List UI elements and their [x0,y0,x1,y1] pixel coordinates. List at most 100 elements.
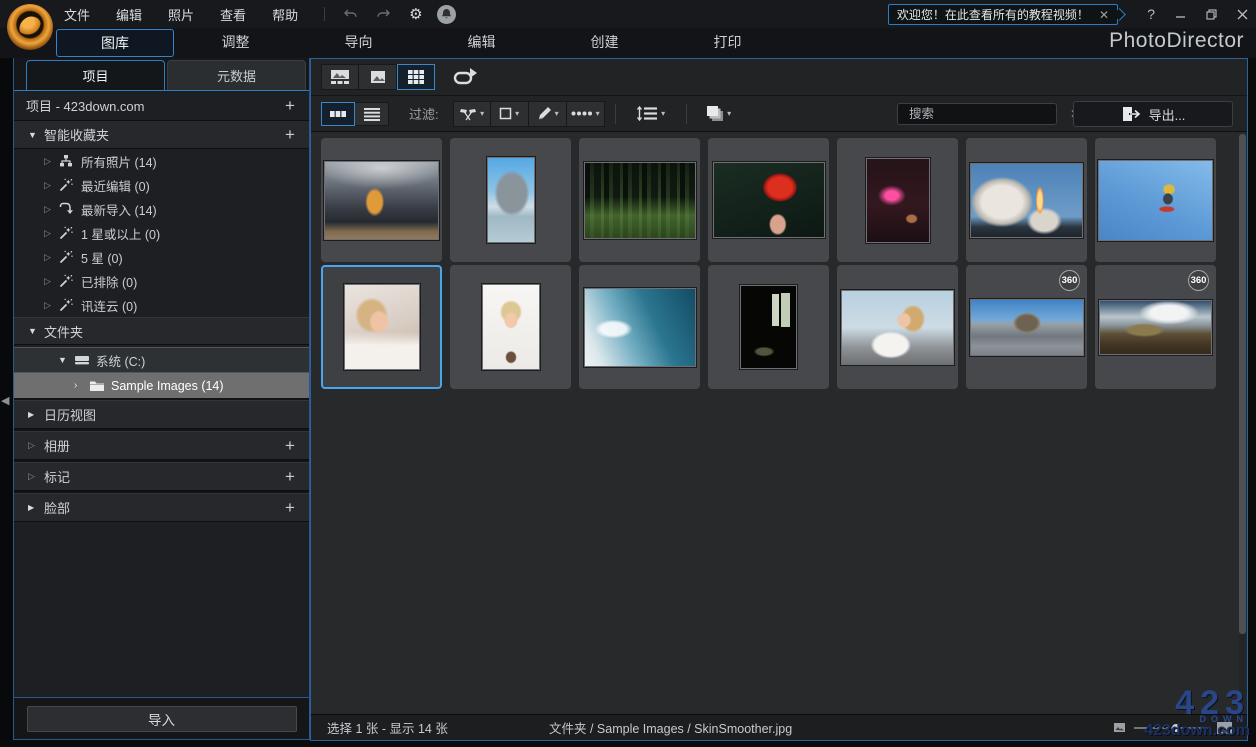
expand-caret-icon[interactable]: ▷ [44,300,59,311]
smart-item-7[interactable]: ▷ 讯连云 (0) [14,293,309,317]
add-smart-collection-button[interactable]: + [281,126,299,143]
menu-item-4[interactable]: 查看 [220,5,246,24]
selection-count: 选择 1 张 - 显示 14 张 [327,722,448,736]
photo-card-basketball-dunk[interactable] [321,138,442,262]
module-tab-3[interactable]: 导向 [297,29,420,57]
section-tags[interactable]: ▷ 标记 + [14,462,309,491]
module-tab-2[interactable]: 调整 [174,29,297,57]
photo-thumbnail [480,283,541,371]
folder-drive-c[interactable]: ▼ 系统 (C:) [14,347,309,373]
small-thumbnail-icon [1114,723,1125,732]
photo-card-woman-portrait-smiling[interactable] [321,265,442,389]
expand-caret-icon[interactable]: ▷ [44,228,59,239]
add-album-button[interactable]: + [281,437,299,454]
caret-right-icon[interactable]: › [74,380,89,391]
photo-card-forest-trees[interactable] [579,138,700,262]
caret-right-hollow-icon[interactable]: ▷ [28,440,44,451]
photo-card-woman-portrait-laughing[interactable] [450,265,571,389]
settings-gear-icon[interactable]: ⚙ [409,5,422,23]
flag-filter-button[interactable]: ▾ [452,100,491,127]
caret-down-icon[interactable]: ▼ [28,130,44,140]
smart-item-6[interactable]: ▷ 已排除 (0) [14,269,309,293]
photo-card-karst-rock-boat[interactable] [450,138,571,262]
stack-photos-button[interactable]: ▾ [697,101,741,127]
expand-caret-icon[interactable]: ▷ [44,252,59,263]
menu-item-2[interactable]: 编辑 [116,5,142,24]
caret-down-icon[interactable]: ▼ [58,355,74,365]
rating-filter-button[interactable]: ▾ [490,100,529,127]
tab-project[interactable]: 项目 [26,60,165,90]
export-button[interactable]: 导出... [1073,101,1233,127]
notification-bell-icon[interactable] [436,4,456,24]
section-calendar-view[interactable]: ▶ 日历视图 [14,400,309,429]
photo-card-panorama-street-360[interactable]: 360 [966,265,1087,389]
redo-icon[interactable] [376,8,391,21]
rotate-photo-button[interactable] [449,64,483,90]
edited-filter-button[interactable]: ▾ [528,100,567,127]
dropdown-arrow-icon: ▾ [554,109,559,118]
search-input[interactable] [909,107,1070,121]
add-project-button[interactable]: + [281,97,299,114]
minimize-button[interactable] [1175,9,1186,19]
thumbnail-view-button[interactable] [321,101,355,126]
menu-item-5[interactable]: 帮助 [272,5,298,24]
expand-caret-icon[interactable]: ▷ [44,156,59,167]
smart-item-2[interactable]: ▷ 最近编辑 (0) [14,173,309,197]
photo-card-dark-window-light[interactable] [708,265,829,389]
smart-item-5[interactable]: ▷ 5 星 (0) [14,245,309,269]
scrollbar-thumb[interactable] [1239,134,1246,634]
section-folders[interactable]: ▼ 文件夹 [14,317,309,345]
caret-right-icon[interactable]: ▶ [28,410,44,419]
caret-right-icon[interactable]: ▶ [28,503,44,512]
smart-item-1[interactable]: ▷ 所有照片 (14) [14,149,309,173]
expand-caret-icon[interactable]: ▷ [44,180,59,191]
expand-caret-icon[interactable]: ▷ [44,276,59,287]
photo-card-rocket-launch[interactable] [966,138,1087,262]
color-label-filter-button[interactable]: ▾ [566,100,605,127]
section-smart-collections[interactable]: ▼ 智能收藏夹 + [14,121,309,149]
menu-item-1[interactable]: 文件 [64,5,90,24]
caret-down-icon[interactable]: ▼ [28,326,44,336]
smart-item-label: 已排除 (0) [81,275,138,290]
smart-item-4[interactable]: ▷ 1 星或以上 (0) [14,221,309,245]
module-tab-6[interactable]: 打印 [666,29,789,57]
close-button[interactable] [1237,9,1248,20]
module-tab-1[interactable]: 图库 [56,29,174,57]
section-albums[interactable]: ▷ 相册 + [14,431,309,460]
import-button[interactable]: 导入 [26,706,297,732]
list-view-button[interactable] [355,101,389,126]
restore-button[interactable] [1206,8,1217,20]
welcome-tooltip[interactable]: 欢迎您！在此查看所有的教程视频！ ✕ [887,4,1118,25]
photo-card-woman-leaning-outdoors[interactable] [837,265,958,389]
photo-card-skateboarder-sky[interactable] [1095,138,1216,262]
help-button[interactable]: ? [1147,6,1155,22]
toolbar-divider [614,103,616,124]
section-faces[interactable]: ▶ 脸部 + [14,493,309,522]
caret-right-hollow-icon[interactable]: ▷ [28,471,44,482]
grid-mode-button[interactable] [397,64,435,90]
add-tag-button[interactable]: + [281,468,299,485]
welcome-close-icon[interactable]: ✕ [1099,8,1109,22]
sort-order-button[interactable]: ▾ [626,101,676,127]
photo-card-ocean-wave[interactable] [579,265,700,389]
smart-item-3[interactable]: ▷ 最新导入 (14) [14,197,309,221]
menu-item-3[interactable]: 照片 [168,5,194,24]
viewer-mode-button[interactable] [359,64,397,90]
vertical-scrollbar[interactable] [1239,134,1246,710]
browser-viewer-mode-button[interactable] [321,64,359,90]
folder-sample-images-selected[interactable]: › Sample Images (14) [14,373,309,398]
photo-card-red-maple-leaf[interactable] [708,138,829,262]
undo-icon[interactable] [343,8,358,21]
slider-thumb[interactable] [1172,723,1180,732]
thumbnail-size-slider[interactable] [1134,723,1208,732]
photo-card-neon-sign-storefront[interactable] [837,138,958,262]
expand-caret-icon[interactable]: ▷ [44,204,59,215]
module-tab-5[interactable]: 创建 [543,29,666,57]
collapse-sidebar-icon[interactable]: ◀ [1,394,9,407]
dropdown-arrow-icon: ▾ [595,109,600,118]
tab-metadata[interactable]: 元数据 [167,60,306,90]
module-tab-4[interactable]: 编辑 [420,29,543,57]
photo-card-panorama-valley-360[interactable]: 360 [1095,265,1216,389]
wand-icon [59,178,81,192]
add-face-button[interactable]: + [281,499,299,516]
